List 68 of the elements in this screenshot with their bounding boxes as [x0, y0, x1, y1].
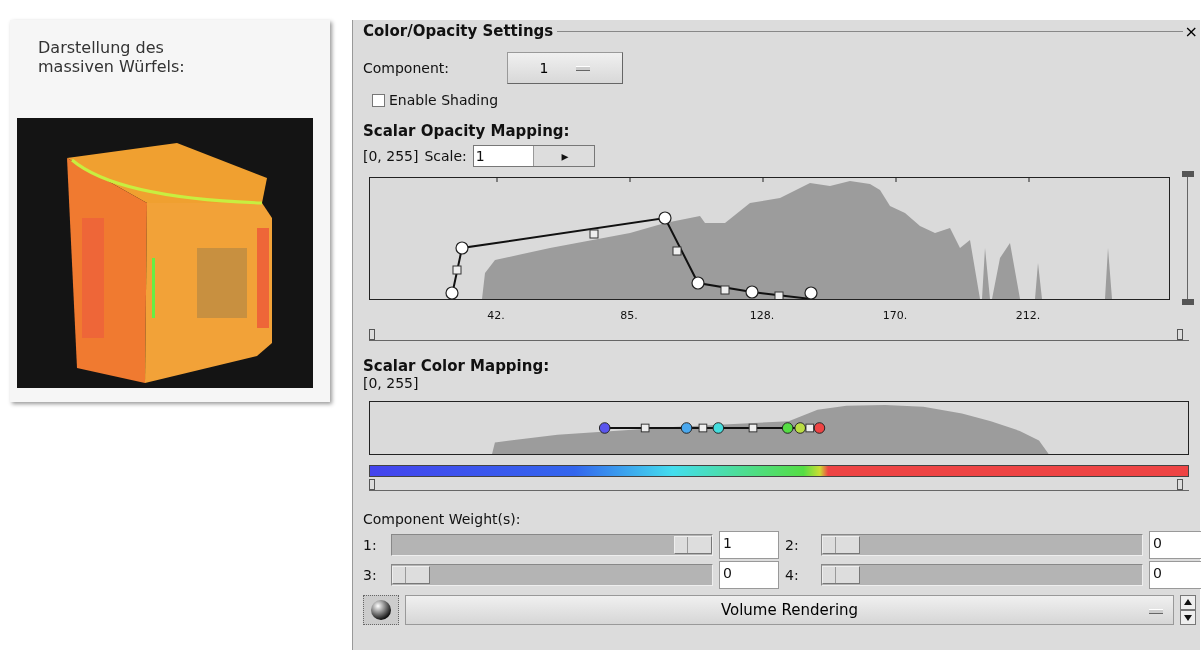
control-point[interactable] [794, 422, 806, 434]
section-heading: Scalar Color Mapping: [363, 357, 551, 375]
midpoint-handle[interactable] [805, 423, 815, 433]
component-dropdown[interactable]: 1 [507, 52, 623, 84]
color-transfer-plot[interactable] [369, 401, 1189, 455]
section-heading: Scalar Opacity Mapping: [363, 122, 571, 140]
midpoint-handle[interactable] [720, 285, 730, 295]
weight-field[interactable]: 0 [1149, 561, 1201, 589]
axis-label: 212. [1015, 309, 1041, 322]
weight-label: 3: [363, 567, 378, 583]
scale-field[interactable]: 1 ▸ [472, 145, 595, 167]
midpoint-handle[interactable] [774, 291, 784, 300]
range-handle[interactable] [1177, 479, 1183, 490]
slider-thumb[interactable] [822, 536, 860, 554]
control-point[interactable] [598, 422, 611, 434]
range-handle[interactable] [1177, 329, 1183, 340]
opacity-transfer-plot[interactable] [369, 177, 1170, 300]
control-point[interactable] [680, 422, 693, 434]
slider-thumb[interactable] [674, 536, 712, 554]
range-slider-track[interactable] [369, 477, 1189, 491]
weight-slider[interactable] [821, 534, 1143, 556]
scale-label: Scale: [424, 148, 467, 164]
weight-slider[interactable] [821, 564, 1143, 586]
weight-field[interactable]: 0 [1149, 531, 1201, 559]
control-point[interactable] [712, 422, 725, 434]
control-point[interactable] [745, 285, 759, 299]
weight-field[interactable]: 0 [719, 561, 779, 589]
midpoint-handle[interactable] [698, 423, 708, 433]
sphere-icon [370, 599, 392, 621]
range-handle[interactable] [369, 479, 375, 490]
midpoint-handle[interactable] [589, 229, 599, 239]
control-point[interactable] [691, 276, 705, 290]
weight-label: 2: [785, 537, 800, 553]
midpoint-handle[interactable] [452, 265, 462, 275]
control-point[interactable] [658, 211, 672, 225]
close-button[interactable]: × [1182, 21, 1200, 41]
axis-label: 42. [487, 309, 505, 322]
slider-thumb[interactable] [822, 566, 860, 584]
mode-dropdown[interactable]: Volume Rendering [405, 595, 1174, 625]
midpoint-handle[interactable] [672, 246, 682, 256]
arrow-button[interactable]: ▸ [533, 146, 594, 166]
weight-label: 1: [363, 537, 378, 553]
control-point[interactable] [781, 422, 794, 434]
checkbox[interactable] [372, 93, 385, 107]
section-heading: Component Weight(s): [363, 511, 522, 527]
weight-slider[interactable] [391, 534, 713, 556]
midpoint-handle[interactable] [748, 423, 758, 433]
checkbox-label: Enable Shading [389, 92, 498, 108]
weight-field[interactable]: 1 [719, 531, 779, 559]
weight-slider[interactable] [391, 564, 713, 586]
axis-label: 128. [749, 309, 775, 322]
range-label: [0, 255] [363, 375, 420, 391]
component-label: Component: [363, 60, 449, 76]
panel-title: Color/Opacity Settings [363, 22, 555, 40]
control-point[interactable] [445, 286, 459, 300]
control-point[interactable] [455, 241, 469, 255]
spin-buttons[interactable] [1180, 595, 1196, 625]
range-label: [0, 255] [363, 148, 419, 164]
midpoint-handle[interactable] [640, 423, 650, 433]
range-handle[interactable] [369, 329, 375, 340]
sphere-icon-button[interactable] [363, 595, 399, 625]
caption: Darstellung des massiven Würfels: [38, 38, 186, 76]
control-point[interactable] [804, 286, 818, 300]
range-slider-track[interactable] [369, 327, 1189, 341]
slider-thumb[interactable] [392, 566, 430, 584]
axis-label: 170. [882, 309, 908, 322]
axis-label: 85. [620, 309, 638, 322]
weight-label: 4: [785, 567, 800, 583]
